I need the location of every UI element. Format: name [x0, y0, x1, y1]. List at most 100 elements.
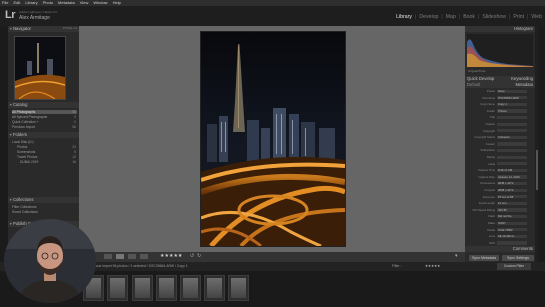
folders-item[interactable]: Photos 23	[12, 145, 77, 149]
filter-stars[interactable]: ★★★★★	[425, 262, 440, 271]
filmstrip-thumbnail[interactable]	[228, 275, 249, 301]
presenter-webcam	[4, 219, 96, 303]
folders-item[interactable]: DUBAI 2019 16	[12, 160, 77, 164]
metadata-row: Capture Time 8:44:17 AM	[467, 168, 533, 172]
metadata-field[interactable]	[497, 241, 527, 245]
catalog-item-label: Quick Collection +	[12, 120, 39, 124]
metadata-row: GPS	[467, 241, 533, 245]
metadata-value: January 14, 2019	[498, 174, 520, 179]
metadata-value: 15 sec at f/8	[498, 194, 514, 199]
metadata-label: Caption	[485, 122, 495, 126]
collapse-triangle-icon: ▼	[9, 222, 13, 226]
folders-item-label: Photos	[17, 145, 28, 149]
survey-view-icon[interactable]	[140, 254, 148, 259]
metadata-field[interactable]	[497, 122, 527, 126]
metadata-label: Copyright	[483, 128, 495, 133]
folders-item-label: Screenshots	[17, 150, 36, 154]
thumbnail-image	[135, 278, 150, 298]
filmstrip-thumbnail[interactable]	[204, 275, 225, 301]
module-book[interactable]: Book	[463, 14, 475, 20]
metadata-row: Caption	[467, 122, 533, 126]
metadata-header[interactable]: Default Metadata	[465, 82, 536, 88]
folders-item-label: DUBAI 2019	[20, 160, 39, 164]
metadata-row: ISO Speed Rating ISO 80	[467, 208, 533, 212]
module-separator: |	[441, 14, 443, 20]
module-develop[interactable]: Develop	[419, 14, 438, 20]
catalog-item[interactable]: Previous Import 56	[12, 125, 77, 129]
thumbnail-image	[159, 278, 174, 298]
metadata-row: Focal Length 21 mm	[467, 201, 533, 205]
module-map[interactable]: Map	[446, 14, 456, 20]
identity-subtitle: Adobe Lightroom Classic CC	[19, 10, 58, 14]
collections-item-label: Filter Collections	[12, 205, 37, 209]
collections-item[interactable]: Smart Collections	[12, 210, 77, 214]
metadata-field[interactable]	[497, 115, 527, 120]
collections-header[interactable]: ▼ Collections	[8, 197, 79, 203]
metadata-label: GPS	[489, 240, 495, 245]
module-print[interactable]: Print	[513, 14, 524, 20]
metadata-value: ISO 80	[498, 207, 507, 212]
metadata-field[interactable]	[497, 148, 527, 153]
filter-select[interactable]: Custom Filter	[497, 263, 531, 270]
grid-view-icon[interactable]	[104, 254, 112, 259]
metadata-label: Label	[488, 161, 495, 166]
source-path[interactable]: Previous Import 56 photos / 1 selected /…	[88, 262, 188, 271]
filmstrip-thumbnail[interactable]	[132, 275, 153, 301]
navigator-preview[interactable]	[14, 36, 66, 100]
metadata-row: Lens FE 16-35mm	[467, 234, 533, 238]
module-separator: |	[509, 14, 511, 20]
folders-item-count: 12	[72, 155, 76, 159]
metadata-label: Model	[487, 227, 495, 232]
folders-item[interactable]: Travel Photos 12	[12, 155, 77, 159]
metadata-row: Rating · · · · ·	[467, 155, 533, 159]
folders-header[interactable]: ▼ Folders	[8, 132, 79, 138]
rotate-right-icon[interactable]: ↻	[197, 253, 201, 259]
catalog-item[interactable]: All Synced Photographs 0	[12, 115, 77, 119]
metadata-field[interactable]	[497, 162, 527, 166]
catalog-item[interactable]: Quick Collection + 0	[12, 120, 77, 124]
thumbnail-image	[231, 278, 246, 298]
sync-metadata-button[interactable]: Sync Metadata	[469, 255, 499, 261]
collections-item[interactable]: Filter Collections	[12, 205, 77, 209]
metadata-row: Copy Name Copy 1	[467, 102, 533, 106]
folders-item[interactable]: Local Disk (D:)	[12, 140, 77, 144]
metadata-row: Flash Did not fire	[467, 214, 533, 218]
metadata-field[interactable]	[497, 129, 527, 133]
sync-settings-button[interactable]: Sync Settings	[502, 255, 534, 261]
module-library[interactable]: Library	[396, 14, 412, 20]
compare-view-icon[interactable]	[128, 254, 136, 259]
loupe-view-icon[interactable]	[116, 254, 124, 259]
catalog-item-label: Previous Import	[12, 125, 36, 129]
right-panel-scrollbar[interactable]	[535, 26, 539, 262]
identity-name: Alex Armitage	[19, 15, 50, 21]
folders-item[interactable]: Screenshots 5	[12, 150, 77, 154]
histogram-header[interactable]: Histogram	[465, 26, 536, 32]
metadata-value: 8:44:17 AM	[498, 168, 513, 173]
module-web[interactable]: Web	[531, 14, 542, 20]
comments-header[interactable]: Comments	[465, 246, 536, 252]
catalog-item-count: 56	[72, 110, 76, 114]
star-rating[interactable]: ★★★★★	[160, 253, 182, 259]
metadata-value: DSC05664.ARW	[498, 95, 519, 100]
navigator-header[interactable]: ▼ Navigator FIT FILL 1:1	[8, 26, 79, 32]
metadata-label: Exposure	[483, 194, 495, 199]
rotate-left-icon[interactable]: ↺	[190, 253, 194, 259]
catalog-item[interactable]: All Photographs 56	[12, 110, 77, 114]
filmstrip-thumbnail[interactable]	[156, 275, 177, 301]
metadata-value: · · · · ·	[498, 155, 506, 159]
main-photo[interactable]	[200, 31, 346, 247]
filmstrip-thumbnail[interactable]	[180, 275, 201, 301]
scrollbar-thumb[interactable]	[536, 150, 538, 190]
metadata-label: Make	[488, 221, 495, 225]
module-separator: |	[458, 14, 461, 20]
module-slideshow[interactable]: Slideshow	[482, 14, 506, 20]
collapse-triangle-icon: ▼	[9, 198, 13, 202]
module-separator: |	[414, 14, 417, 20]
metadata-row: Copyright Status Unknown	[467, 135, 533, 139]
metadata-field[interactable]	[497, 142, 527, 146]
folders-item-label: Local Disk (D:)	[12, 140, 34, 144]
collapse-triangle-icon: ▼	[9, 27, 13, 31]
toolbar-menu-icon[interactable]: ▾	[455, 253, 458, 259]
filmstrip-thumbnail[interactable]	[107, 275, 128, 301]
catalog-header[interactable]: ▼ Catalog	[8, 102, 79, 108]
